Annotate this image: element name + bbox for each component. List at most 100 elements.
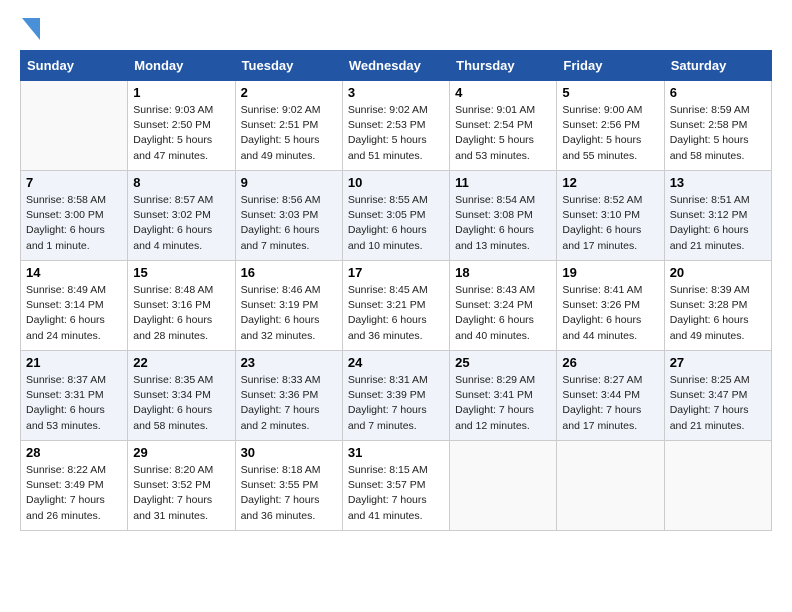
calendar-cell: 22 Sunrise: 8:35 AMSunset: 3:34 PMDayligh… (128, 351, 235, 441)
day-number: 26 (562, 355, 658, 370)
day-info: Sunrise: 8:41 AMSunset: 3:26 PMDaylight:… (562, 283, 658, 344)
calendar-cell: 2Sunrise: 9:02 AMSunset: 2:51 PMDaylight… (235, 81, 342, 171)
day-number: 25 (455, 355, 551, 370)
calendar-cell: 29 Sunrise: 8:20 AMSunset: 3:52 PMDayligh… (128, 441, 235, 531)
day-number: 7 (26, 175, 122, 190)
calendar-cell: 23 Sunrise: 8:33 AMSunset: 3:36 PMDayligh… (235, 351, 342, 441)
day-number: 20 (670, 265, 766, 280)
calendar-cell: 11 Sunrise: 8:54 AMSunset: 3:08 PMDayligh… (450, 171, 557, 261)
day-info: Sunrise: 8:58 AMSunset: 3:00 PMDaylight:… (26, 193, 122, 254)
day-number: 31 (348, 445, 444, 460)
column-header-friday: Friday (557, 51, 664, 81)
day-number: 19 (562, 265, 658, 280)
day-number: 15 (133, 265, 229, 280)
calendar-cell: 10 Sunrise: 8:55 AMSunset: 3:05 PMDayligh… (342, 171, 449, 261)
calendar-cell: 13Sunrise: 8:51 AMSunset: 3:12 PMDayligh… (664, 171, 771, 261)
calendar-table: SundayMondayTuesdayWednesdayThursdayFrid… (20, 50, 772, 531)
day-info: Sunrise: 8:37 AMSunset: 3:31 PMDaylight:… (26, 373, 122, 434)
calendar-cell: 27Sunrise: 8:25 AMSunset: 3:47 PMDayligh… (664, 351, 771, 441)
calendar-cell: 3Sunrise: 9:02 AMSunset: 2:53 PMDaylight… (342, 81, 449, 171)
calendar-cell: 8Sunrise: 8:57 AMSunset: 3:02 PMDaylight… (128, 171, 235, 261)
calendar-week-row: 21 Sunrise: 8:37 AMSunset: 3:31 PMDayligh… (21, 351, 772, 441)
column-header-saturday: Saturday (664, 51, 771, 81)
day-info: Sunrise: 8:49 AMSunset: 3:14 PMDaylight:… (26, 283, 122, 344)
calendar-cell: 16Sunrise: 8:46 AMSunset: 3:19 PMDayligh… (235, 261, 342, 351)
calendar-week-row: 1 Sunrise: 9:03 AMSunset: 2:50 PMDaylight… (21, 81, 772, 171)
day-number: 5 (562, 85, 658, 100)
day-number: 6 (670, 85, 766, 100)
calendar-week-row: 7 Sunrise: 8:58 AMSunset: 3:00 PMDaylight… (21, 171, 772, 261)
day-info: Sunrise: 8:29 AMSunset: 3:41 PMDaylight:… (455, 373, 551, 434)
calendar-cell: 25 Sunrise: 8:29 AMSunset: 3:41 PMDayligh… (450, 351, 557, 441)
logo (20, 20, 40, 40)
day-number: 28 (26, 445, 122, 460)
day-info: Sunrise: 8:15 AMSunset: 3:57 PMDaylight:… (348, 463, 444, 524)
day-info: Sunrise: 8:18 AMSunset: 3:55 PMDaylight:… (241, 463, 337, 524)
day-number: 18 (455, 265, 551, 280)
calendar-cell: 14 Sunrise: 8:49 AMSunset: 3:14 PMDayligh… (21, 261, 128, 351)
calendar-cell: 6 Sunrise: 8:59 AMSunset: 2:58 PMDaylight… (664, 81, 771, 171)
day-info: Sunrise: 9:01 AMSunset: 2:54 PMDaylight:… (455, 103, 551, 164)
calendar-cell (664, 441, 771, 531)
page-header (20, 20, 772, 40)
calendar-cell: 31 Sunrise: 8:15 AMSunset: 3:57 PMDayligh… (342, 441, 449, 531)
day-info: Sunrise: 8:43 AMSunset: 3:24 PMDaylight:… (455, 283, 551, 344)
calendar-cell: 18 Sunrise: 8:43 AMSunset: 3:24 PMDayligh… (450, 261, 557, 351)
day-number: 8 (133, 175, 229, 190)
day-info: Sunrise: 8:33 AMSunset: 3:36 PMDaylight:… (241, 373, 337, 434)
day-number: 30 (241, 445, 337, 460)
day-info: Sunrise: 8:35 AMSunset: 3:34 PMDaylight:… (133, 373, 229, 434)
day-number: 24 (348, 355, 444, 370)
column-header-tuesday: Tuesday (235, 51, 342, 81)
day-info: Sunrise: 8:54 AMSunset: 3:08 PMDaylight:… (455, 193, 551, 254)
day-info: Sunrise: 9:02 AMSunset: 2:51 PMDaylight:… (241, 103, 337, 164)
day-info: Sunrise: 8:55 AMSunset: 3:05 PMDaylight:… (348, 193, 444, 254)
day-number: 1 (133, 85, 229, 100)
day-info: Sunrise: 8:22 AMSunset: 3:49 PMDaylight:… (26, 463, 122, 524)
day-info: Sunrise: 8:20 AMSunset: 3:52 PMDaylight:… (133, 463, 229, 524)
day-info: Sunrise: 9:03 AMSunset: 2:50 PMDaylight:… (133, 103, 229, 164)
calendar-cell: 17 Sunrise: 8:45 AMSunset: 3:21 PMDayligh… (342, 261, 449, 351)
calendar-cell: 5 Sunrise: 9:00 AMSunset: 2:56 PMDaylight… (557, 81, 664, 171)
calendar-cell: 26Sunrise: 8:27 AMSunset: 3:44 PMDayligh… (557, 351, 664, 441)
day-number: 16 (241, 265, 337, 280)
calendar-week-row: 14 Sunrise: 8:49 AMSunset: 3:14 PMDayligh… (21, 261, 772, 351)
day-info: Sunrise: 8:52 AMSunset: 3:10 PMDaylight:… (562, 193, 658, 254)
day-info: Sunrise: 8:31 AMSunset: 3:39 PMDaylight:… (348, 373, 444, 434)
calendar-cell: 28 Sunrise: 8:22 AMSunset: 3:49 PMDayligh… (21, 441, 128, 531)
day-number: 17 (348, 265, 444, 280)
calendar-cell: 7 Sunrise: 8:58 AMSunset: 3:00 PMDaylight… (21, 171, 128, 261)
day-info: Sunrise: 8:39 AMSunset: 3:28 PMDaylight:… (670, 283, 766, 344)
calendar-cell: 4Sunrise: 9:01 AMSunset: 2:54 PMDaylight… (450, 81, 557, 171)
calendar-cell: 30 Sunrise: 8:18 AMSunset: 3:55 PMDayligh… (235, 441, 342, 531)
calendar-cell (21, 81, 128, 171)
day-number: 14 (26, 265, 122, 280)
calendar-cell (557, 441, 664, 531)
day-number: 21 (26, 355, 122, 370)
day-info: Sunrise: 8:56 AMSunset: 3:03 PMDaylight:… (241, 193, 337, 254)
day-info: Sunrise: 9:00 AMSunset: 2:56 PMDaylight:… (562, 103, 658, 164)
day-number: 29 (133, 445, 229, 460)
calendar-cell: 19 Sunrise: 8:41 AMSunset: 3:26 PMDayligh… (557, 261, 664, 351)
calendar-cell: 20 Sunrise: 8:39 AMSunset: 3:28 PMDayligh… (664, 261, 771, 351)
column-header-wednesday: Wednesday (342, 51, 449, 81)
calendar-cell (450, 441, 557, 531)
calendar-cell: 24 Sunrise: 8:31 AMSunset: 3:39 PMDayligh… (342, 351, 449, 441)
column-header-sunday: Sunday (21, 51, 128, 81)
day-number: 10 (348, 175, 444, 190)
calendar-cell: 15Sunrise: 8:48 AMSunset: 3:16 PMDayligh… (128, 261, 235, 351)
day-number: 11 (455, 175, 551, 190)
day-number: 3 (348, 85, 444, 100)
calendar-week-row: 28 Sunrise: 8:22 AMSunset: 3:49 PMDayligh… (21, 441, 772, 531)
day-number: 23 (241, 355, 337, 370)
calendar-cell: 12 Sunrise: 8:52 AMSunset: 3:10 PMDayligh… (557, 171, 664, 261)
day-info: Sunrise: 8:59 AMSunset: 2:58 PMDaylight:… (670, 103, 766, 164)
calendar-header-row: SundayMondayTuesdayWednesdayThursdayFrid… (21, 51, 772, 81)
day-number: 22 (133, 355, 229, 370)
day-info: Sunrise: 8:45 AMSunset: 3:21 PMDaylight:… (348, 283, 444, 344)
day-number: 12 (562, 175, 658, 190)
column-header-monday: Monday (128, 51, 235, 81)
calendar-cell: 1 Sunrise: 9:03 AMSunset: 2:50 PMDaylight… (128, 81, 235, 171)
day-info: Sunrise: 8:51 AMSunset: 3:12 PMDaylight:… (670, 193, 766, 254)
day-number: 27 (670, 355, 766, 370)
